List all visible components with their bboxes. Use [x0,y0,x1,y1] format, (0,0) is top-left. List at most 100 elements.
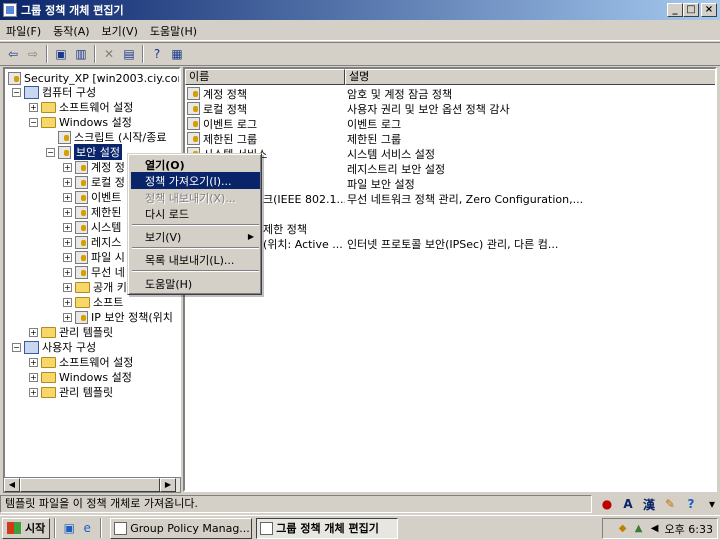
collapse-icon[interactable]: − [12,87,21,97]
expand-icon[interactable]: + [63,162,72,172]
menu-action[interactable]: 동작(A) [47,23,95,39]
expand-icon[interactable]: + [63,252,72,262]
list-header: 이름 설명 [185,69,715,85]
delete-icon[interactable]: ✕ [99,44,119,64]
expand-icon[interactable]: + [29,372,38,382]
tree-local-policy[interactable]: + 로컬 정 [63,174,125,190]
tree-user-config[interactable]: − 사용자 구성 [12,339,96,355]
show-desktop-icon[interactable]: ▣ [60,519,78,537]
collapse-icon[interactable]: − [12,342,21,352]
clock[interactable]: 오후 6:33 [665,521,713,537]
tree-ip-security[interactable]: + IP 보안 정책(위치 [63,309,173,325]
menu-open[interactable]: 열기(O) [131,156,260,173]
scroll-right-icon[interactable]: ▶ [160,478,176,492]
expand-icon[interactable]: + [29,102,38,112]
menu-separator [132,247,259,249]
antenna-icon [75,265,88,279]
tree-file-system[interactable]: + 파일 시 [63,249,125,265]
tree-computer-config[interactable]: − 컴퓨터 구성 [12,84,96,100]
close-button[interactable]: × [701,3,717,17]
ime-pad-icon[interactable]: ✎ [661,495,679,513]
network-icon[interactable]: ▲ [633,523,645,535]
tree-windows-settings[interactable]: − Windows 설정 [29,114,132,130]
tree-security-settings[interactable]: − 보안 설정 [46,144,122,160]
expand-icon[interactable]: + [63,312,72,322]
up-folder-icon[interactable]: ▣ [51,44,71,64]
menu-view[interactable]: 보기(V) ▶ [131,228,260,245]
menu-import-policy[interactable]: 정책 가져오기(I)... [131,172,260,189]
folder-icon [75,296,90,308]
ime-alpha-icon[interactable]: A [619,495,637,513]
list-item[interactable]: 로컬 정책 사용자 권리 및 보안 옵션 정책 감사 [185,101,715,116]
list-item[interactable]: 계정 정책 암호 및 계정 잠금 정책 [185,86,715,101]
tree-public-key[interactable]: + 공개 키 [63,279,127,295]
expand-icon[interactable]: + [63,237,72,247]
collapse-icon[interactable]: − [29,117,38,127]
menu-help[interactable]: 도움말(H) [131,275,260,292]
tree-restricted-groups[interactable]: + 제한된 [63,204,121,220]
maximize-button[interactable]: □ [683,3,699,17]
tree-wireless[interactable]: + 무선 네 [63,264,125,280]
menu-export-list[interactable]: 목록 내보내기(L)... [131,251,260,268]
list-item[interactable]: 크(IEEE 802.1... 무선 네트워크 정책 관리, Zero Confi… [185,191,715,206]
expand-icon[interactable]: + [29,357,38,367]
folder-icon [41,101,56,113]
list-item[interactable]: 제한된 그룹 제한된 그룹 [185,131,715,146]
folder-icon [41,326,56,338]
menu-view[interactable]: 보기(V) [96,23,144,39]
help-icon[interactable]: ? [147,44,167,64]
show-hide-tree-icon[interactable]: ▥ [71,44,91,64]
scroll-thumb[interactable] [20,478,160,492]
list-item[interactable]: 파일 보안 설정 [185,176,715,191]
list-item[interactable]: 제한 정책 [185,221,715,236]
task-group-policy-management[interactable]: Group Policy Manag... [110,517,253,539]
export-list-icon[interactable]: ▤ [119,44,139,64]
properties-icon[interactable]: ▦ [167,44,187,64]
expand-icon[interactable]: + [63,207,72,217]
expand-icon[interactable]: + [29,327,38,337]
menu-reload[interactable]: 다시 로드 [131,205,260,222]
start-button[interactable]: 시작 [2,517,51,539]
menu-help[interactable]: 도움말(H) [144,23,203,39]
collapse-icon[interactable]: − [46,147,55,157]
back-icon[interactable]: ⇦ [3,44,23,64]
expand-icon[interactable]: + [63,222,72,232]
ime-hanja-icon[interactable]: 漢 [640,495,658,513]
tree-user-windows[interactable]: + Windows 설정 [29,369,132,385]
forward-icon[interactable]: ⇨ [23,44,43,64]
ime-help-icon[interactable]: ? [682,495,700,513]
volume-icon[interactable]: ◀ [649,523,661,535]
shield-icon[interactable]: ◆ [617,523,629,535]
expand-icon[interactable]: + [63,297,72,307]
tree-registry[interactable]: + 레지스 [63,234,121,250]
tree-software-settings[interactable]: + 소프트웨어 설정 [29,99,133,115]
expand-icon[interactable]: + [63,177,72,187]
list-item[interactable]: 레지스트리 보안 설정 [185,161,715,176]
tree-user-admin[interactable]: + 관리 템플릿 [29,384,113,400]
internet-explorer-icon[interactable]: e [78,519,96,537]
task-group-policy-editor[interactable]: 그룹 정책 개체 편집기 [256,517,399,539]
tree-user-software[interactable]: + 소프트웨어 설정 [29,354,133,370]
menu-file[interactable]: 파일(F) [0,23,47,39]
expand-icon[interactable]: + [29,387,38,397]
list-item[interactable]: (위치: Active ... 인터넷 프로토콜 보안(IPSec) 관리, 다른… [185,236,715,251]
list-item[interactable]: 이벤트 로그 이벤트 로그 [185,116,715,131]
minimize-button[interactable]: _ [667,3,683,17]
tree-admin-templates[interactable]: + 관리 템플릿 [29,324,113,340]
details-list[interactable]: 이름 설명 계정 정책 암호 및 계정 잠금 정책 로컬 정책 사용자 권리 및 보… [183,67,717,492]
ime-lang-icon[interactable]: ● [598,495,616,513]
column-name[interactable]: 이름 [185,69,345,85]
tree-scripts[interactable]: 스크립트 (시작/종료 [58,129,166,145]
expand-icon[interactable]: + [63,192,72,202]
column-description[interactable]: 설명 [345,69,715,85]
tree-account-policy[interactable]: + 계정 정 [63,159,125,175]
tree-software-restriction[interactable]: + 소프트 [63,294,123,310]
list-item[interactable]: 시스템 서비스시스템 서비스 설정 [185,146,715,161]
expand-icon[interactable]: + [63,282,72,292]
tree-horizontal-scrollbar[interactable]: ◀ ▶ [3,477,181,493]
expand-icon[interactable]: + [63,267,72,277]
ime-options-icon[interactable]: ▾ [703,495,720,513]
scroll-left-icon[interactable]: ◀ [4,478,20,492]
tree-event-log[interactable]: + 이벤트 [63,189,121,205]
tree-system-services[interactable]: + 시스템 [63,219,121,235]
